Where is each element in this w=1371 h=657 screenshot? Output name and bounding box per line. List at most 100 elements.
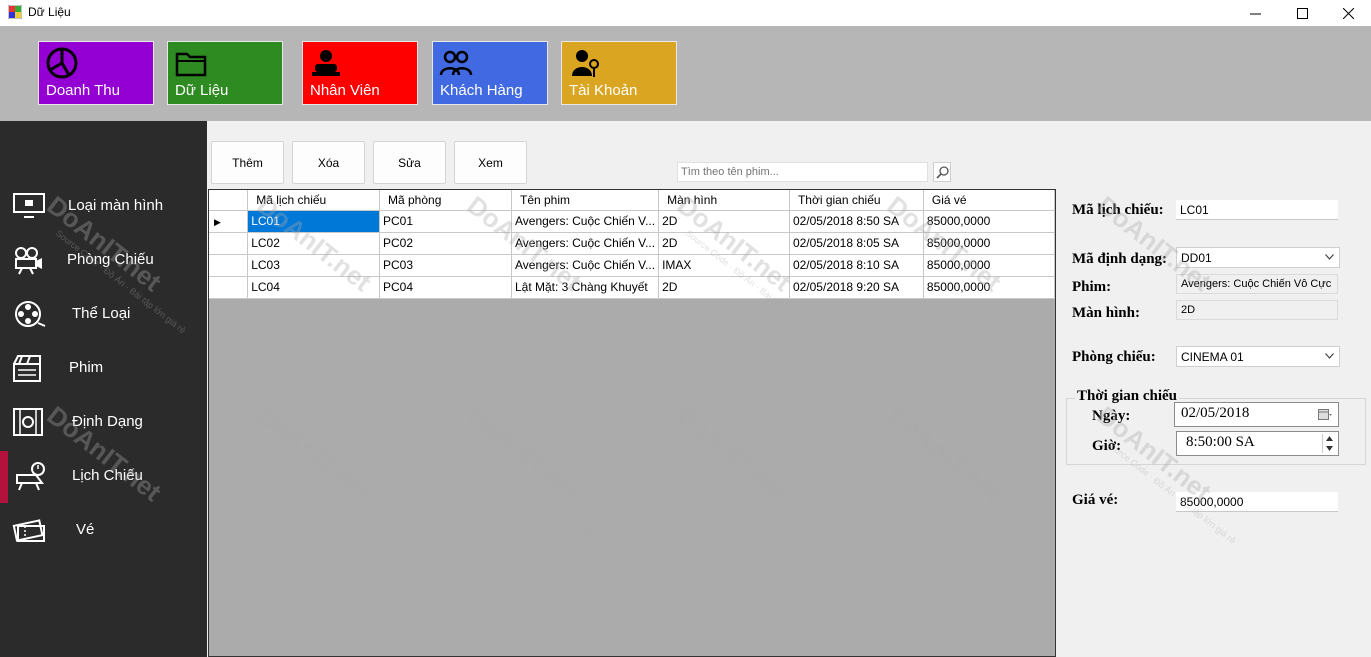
schedule-table: Mã lịch chiếu Mã phòng Tên phim Màn hình…	[209, 190, 1056, 299]
table-cell[interactable]: LC03	[247, 254, 380, 277]
table-cell[interactable]: Avengers: Cuộc Chiến V...	[511, 254, 660, 277]
row-header[interactable]	[209, 254, 249, 277]
table-cell[interactable]: 85000,0000	[923, 276, 1056, 299]
table-cell[interactable]: Avengers: Cuộc Chiến V...	[511, 232, 660, 255]
sidebar-item-phong-chieu[interactable]: Phòng Chiếu	[0, 235, 207, 287]
sidebar-item-the-loai[interactable]: Thể Loại	[0, 289, 207, 341]
search-input[interactable]	[677, 162, 928, 182]
minimize-icon	[1249, 13, 1261, 14]
date-picker[interactable]: 02/05/2018	[1174, 402, 1339, 427]
table-cell[interactable]: 02/05/2018 8:05 SA	[789, 232, 924, 255]
table-row[interactable]: LC03 PC03 Avengers: Cuộc Chiến V... IMAX…	[209, 254, 1056, 277]
format-id-select[interactable]: DD01	[1176, 247, 1340, 268]
table-cell[interactable]: PC01	[379, 210, 512, 233]
sidebar-item-phim[interactable]: Phim	[0, 343, 207, 395]
film-reel-icon	[15, 301, 46, 327]
tile-label: Tài Khoản	[569, 82, 638, 99]
table-cell[interactable]: IMAX	[658, 254, 790, 277]
account-icon	[572, 50, 599, 77]
schedule-id-field[interactable]: LC01	[1176, 200, 1338, 220]
tile-label: Doanh Thu	[46, 82, 120, 99]
tile-du-lieu[interactable]: Dữ Liệu	[167, 41, 283, 105]
price-field[interactable]: 85000,0000	[1176, 492, 1338, 512]
table-cell[interactable]: Avengers: Cuộc Chiến V...	[511, 210, 660, 233]
time-spinner[interactable]	[1322, 434, 1336, 453]
delete-button[interactable]: Xóa	[292, 141, 365, 184]
edit-button[interactable]: Sửa	[373, 141, 446, 184]
schedule-id-label: Mã lịch chiếu:	[1072, 202, 1164, 218]
row-header-corner	[209, 190, 249, 211]
current-row-marker: ▶	[214, 217, 221, 227]
view-button[interactable]: Xem	[454, 141, 527, 184]
table-cell[interactable]: PC04	[379, 276, 512, 299]
table-cell[interactable]: 2D	[658, 276, 790, 299]
tile-doanh-thu[interactable]: Doanh Thu	[38, 41, 154, 105]
window-title: Dữ Liệu	[28, 5, 71, 19]
projector-icon	[15, 247, 42, 275]
grid-header-row: Mã lịch chiếu Mã phòng Tên phim Màn hình…	[209, 190, 1056, 211]
table-cell[interactable]: 02/05/2018 8:10 SA	[789, 254, 924, 277]
sidebar-item-loai-man-hinh[interactable]: Loại màn hình	[0, 181, 207, 233]
table-cell[interactable]: 85000,0000	[923, 254, 1056, 277]
tile-tai-khoan[interactable]: Tài Khoản	[561, 41, 677, 105]
movie-field[interactable]: Avengers: Cuộc Chiến Vô Cực	[1176, 274, 1338, 294]
search-button[interactable]	[933, 162, 951, 182]
time-picker[interactable]: 8:50:00 SA	[1176, 431, 1339, 456]
screen-field[interactable]: 2D	[1176, 300, 1338, 320]
row-header[interactable]	[209, 276, 249, 299]
tile-nhan-vien[interactable]: Nhân Viên	[302, 41, 418, 105]
column-header[interactable]: Giá vé	[923, 190, 1056, 211]
schedule-grid[interactable]: Mã lịch chiếu Mã phòng Tên phim Màn hình…	[208, 189, 1056, 657]
date-label: Ngày:	[1092, 408, 1131, 424]
table-cell[interactable]: LC02	[247, 232, 380, 255]
row-header[interactable]	[209, 232, 249, 255]
spin-up-icon[interactable]	[1326, 436, 1333, 441]
table-cell[interactable]: Lật Mặt: 3 Chàng Khuyết	[511, 276, 660, 299]
maximize-icon	[1296, 7, 1308, 19]
sidebar-item-ve[interactable]: Vé	[0, 505, 207, 557]
table-cell[interactable]: 2D	[658, 210, 790, 233]
add-button[interactable]: Thêm	[211, 141, 284, 184]
title-bar: Dữ Liệu	[0, 0, 1371, 26]
price-label: Giá vé:	[1072, 492, 1119, 508]
column-header[interactable]: Màn hình	[658, 190, 790, 211]
table-cell[interactable]: 2D	[658, 232, 790, 255]
table-cell[interactable]: 02/05/2018 8:50 SA	[789, 210, 924, 233]
table-cell[interactable]: LC01	[247, 210, 380, 233]
schedule-icon	[16, 462, 45, 491]
column-header[interactable]: Thời gian chiếu	[789, 190, 924, 211]
close-button[interactable]	[1325, 0, 1371, 26]
sidebar-item-dinh-dang[interactable]: Định Dạng	[0, 397, 207, 449]
maximize-button[interactable]	[1279, 0, 1325, 26]
minimize-button[interactable]	[1232, 0, 1278, 26]
column-header[interactable]: Mã phòng	[379, 190, 512, 211]
table-cell[interactable]: LC04	[247, 276, 380, 299]
column-header[interactable]: Mã lịch chiếu	[247, 190, 380, 211]
folder-icon	[175, 52, 207, 77]
table-row[interactable]: ▶ LC01 PC01 Avengers: Cuộc Chiến V... 2D…	[209, 210, 1056, 233]
table-cell[interactable]: PC03	[379, 254, 512, 277]
row-header[interactable]: ▶	[209, 210, 249, 233]
app-icon	[8, 5, 22, 19]
tile-label: Nhân Viên	[310, 82, 380, 99]
film-strip-icon	[13, 408, 43, 436]
showtime-group-label: Thời gian chiếu	[1075, 388, 1179, 405]
sidebar-item-label: Thể Loại	[72, 305, 131, 322]
customers-icon	[439, 50, 473, 76]
monitor-icon	[13, 193, 45, 218]
movie-label: Phim:	[1072, 279, 1112, 295]
tile-khach-hang[interactable]: Khách Hàng	[432, 41, 548, 105]
table-cell[interactable]: 85000,0000	[923, 232, 1056, 255]
column-header[interactable]: Tên phim	[511, 190, 660, 211]
spin-down-icon[interactable]	[1326, 446, 1333, 451]
table-row[interactable]: LC04 PC04 Lật Mặt: 3 Chàng Khuyết 2D 02/…	[209, 276, 1056, 299]
tile-label: Khách Hàng	[440, 82, 523, 99]
room-select[interactable]: CINEMA 01	[1176, 346, 1340, 367]
sidebar-item-lich-chieu[interactable]: Lịch Chiếu	[0, 451, 207, 503]
tile-label: Dữ Liệu	[175, 82, 229, 99]
clapperboard-icon	[13, 355, 41, 382]
table-row[interactable]: LC02 PC02 Avengers: Cuộc Chiến V... 2D 0…	[209, 232, 1056, 255]
table-cell[interactable]: PC02	[379, 232, 512, 255]
table-cell[interactable]: 02/05/2018 9:20 SA	[789, 276, 924, 299]
table-cell[interactable]: 85000,0000	[923, 210, 1056, 233]
